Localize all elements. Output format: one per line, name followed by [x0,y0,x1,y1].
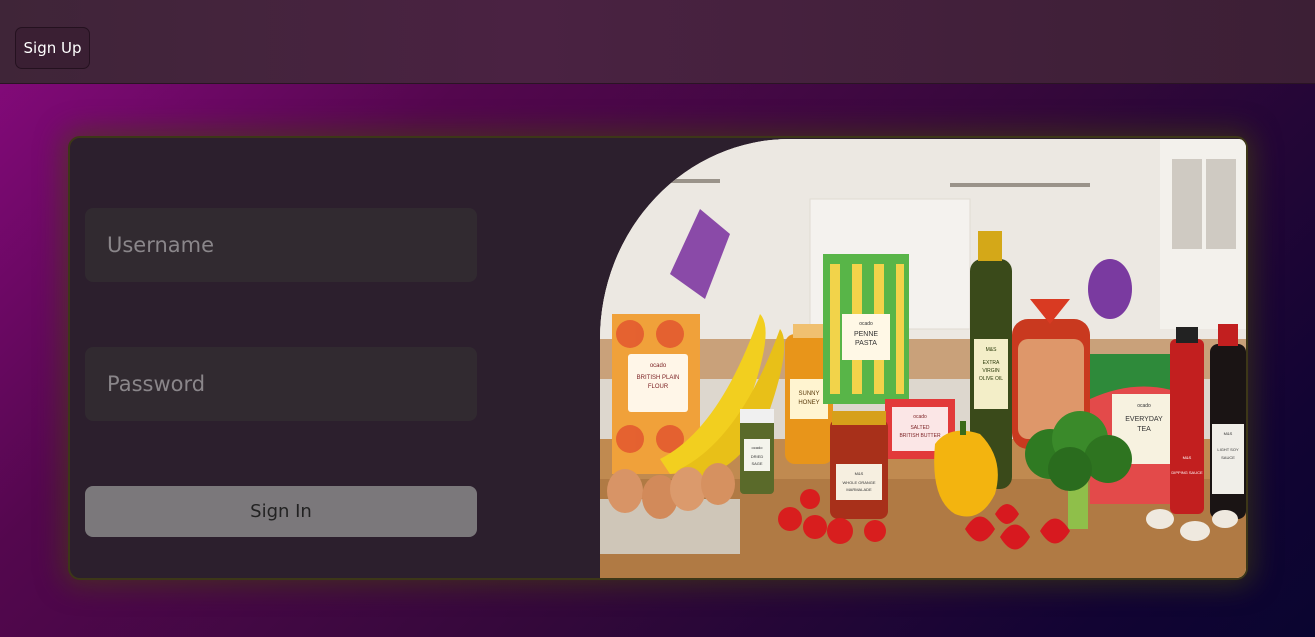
oil-label-brand: M&S [986,347,998,353]
username-input[interactable] [85,208,477,282]
top-bar: Sign Up [0,0,1315,84]
marmalade-label-line2: MARMALADE [846,487,872,492]
tea-label-brand: ocado [1137,403,1151,409]
oil-label-line3: OLIVE OIL [979,376,1003,382]
dipping-label-brand: M&S [1183,455,1192,460]
flour-label-brand: ocado [650,363,667,369]
soy-label-line1: LIGHT SOY [1217,447,1239,452]
soy-label-line2: SAUCE [1221,455,1235,460]
pasta-label-brand: ocado [859,321,873,327]
pasta-label-line1: PENNE [854,331,878,338]
pasta-label-line2: PASTA [855,340,877,347]
butter-label-brand: ocado [913,414,927,420]
groceries-hero-image: ocado BRITISH PLAIN FLOUR SUNNY HONEY oc… [600,139,1246,578]
honey-label-line2: HONEY [798,400,819,406]
honey-label-line1: SUNNY [798,391,819,397]
butter-label-line1: SALTED [910,425,929,431]
groceries-illustration: ocado BRITISH PLAIN FLOUR SUNNY HONEY oc… [600,139,1246,578]
herb-label-line2: SAGE [751,461,762,466]
herb-label-line1: DRIED [751,454,764,459]
flour-label-line2: FLOUR [648,384,669,390]
marmalade-label-brand: M&S [855,471,864,476]
signin-button[interactable]: Sign In [85,486,477,537]
oil-label-line2: VIRGIN [982,368,1000,374]
tea-label-line2: TEA [1137,426,1151,433]
herb-label-brand: ocado [752,445,764,450]
butter-label-line2: BRITISH BUTTER [899,433,941,439]
soy-label-brand: M&S [1224,431,1233,436]
marmalade-label-line1: WHOLE ORANGE [842,480,875,485]
dipping-label-line1: DIPPING SAUCE [1171,470,1203,475]
tea-label-line1: EVERYDAY [1125,416,1163,423]
signup-button[interactable]: Sign Up [15,27,90,69]
oil-label-line1: EXTRA [983,360,1000,366]
flour-label-line1: BRITISH PLAIN [637,375,680,381]
password-input[interactable] [85,347,477,421]
login-card: Sign In [68,136,1248,580]
